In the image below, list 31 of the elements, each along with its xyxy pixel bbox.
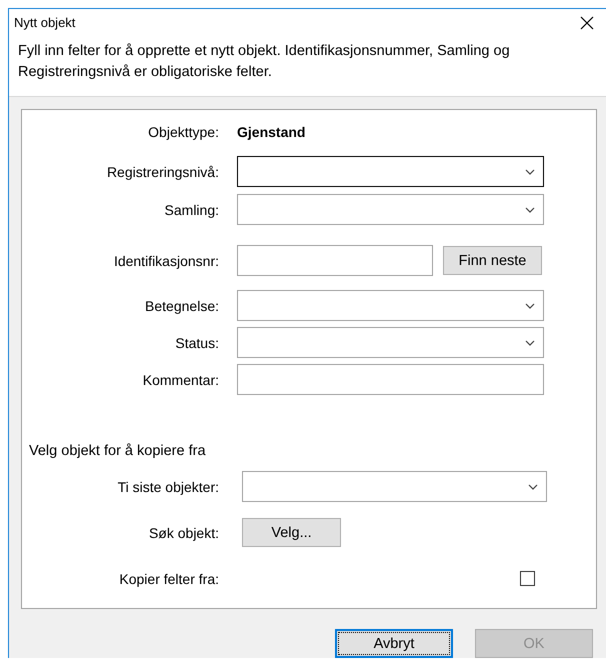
description-text: Fyll inn felter for å opprette et nytt objekt. Identifikasjonsnummer, Samling og Registreringsnivå er obligatoriske felter. — [17, 42, 511, 82]
field-label: Objekttype: — [148, 124, 219, 140]
field-label: Registreringsnivå: — [106, 164, 219, 180]
field-label: Kommentar: — [142, 372, 219, 388]
dropdown-field[interactable] — [237, 290, 544, 321]
checkbox[interactable] — [520, 571, 535, 586]
cancel-button[interactable]: Avbryt — [335, 629, 453, 658]
section-heading: Velg objekt for å kopiere fra — [29, 443, 207, 459]
dropdown-field[interactable] — [237, 327, 544, 358]
chevron-down-icon — [528, 484, 538, 490]
field-label: Status: — [175, 334, 219, 350]
choose-button[interactable]: Velg... — [242, 518, 341, 547]
dropdown-field[interactable] — [242, 471, 547, 502]
field-label: Søk objekt: — [148, 524, 219, 540]
chevron-down-icon — [525, 168, 535, 174]
field-label: Kopier felter fra: — [119, 570, 219, 586]
field-label: Betegnelse: — [145, 298, 219, 314]
find-next-button[interactable]: Finn neste — [443, 246, 542, 275]
field-label: Identifikasjonsnr: — [114, 252, 219, 268]
field-label: Samling: — [164, 202, 219, 218]
chevron-down-icon — [525, 206, 535, 212]
dropdown-field[interactable] — [237, 194, 544, 225]
input-field[interactable] — [237, 364, 544, 395]
chevron-down-icon — [525, 302, 535, 308]
field-label: Ti siste objekter: — [118, 478, 219, 494]
dropdown-field[interactable] — [237, 156, 544, 187]
object-type-value: Gjenstand — [237, 124, 306, 140]
chevron-down-icon — [525, 340, 535, 346]
window-title: Nytt objekt — [14, 15, 76, 30]
input-field[interactable] — [237, 245, 433, 276]
close-icon[interactable] — [580, 16, 594, 30]
